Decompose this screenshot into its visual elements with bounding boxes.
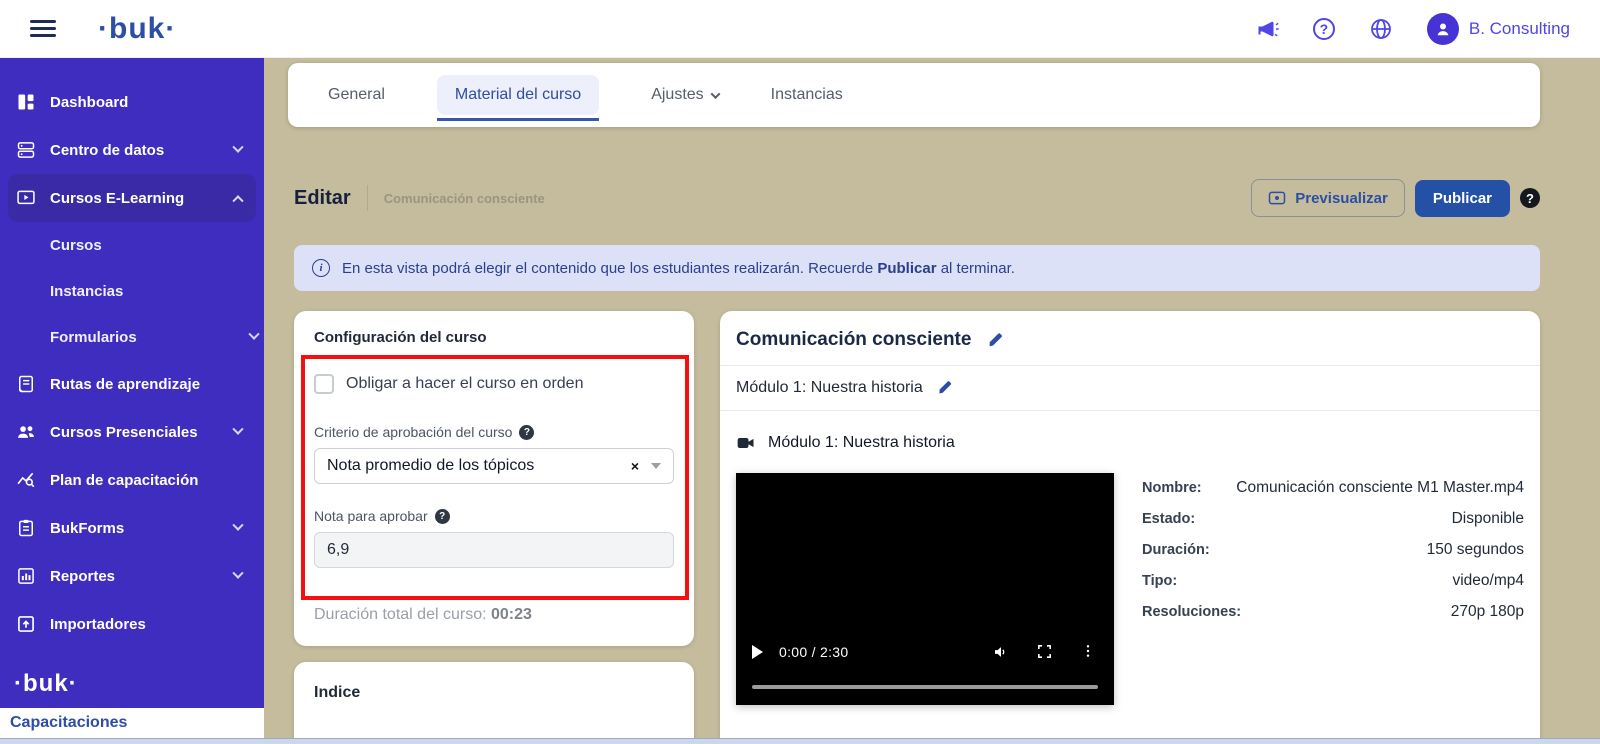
page-title: Editar [294,187,351,210]
globe-icon[interactable] [1369,17,1393,41]
chevron-down-icon [232,424,243,435]
sidebar-item-rutas-de-aprendizaje[interactable]: Rutas de aprendizaje [0,360,264,408]
avatar [1427,13,1459,45]
play-button[interactable] [752,645,763,659]
order-checkbox[interactable] [314,374,334,394]
info-icon: i [312,259,330,277]
sidebar-item-formularios[interactable]: Formularios [0,314,264,360]
chevron-down-icon [232,520,243,531]
sidebar-item-cursos-elearning[interactable]: Cursos E-Learning [8,174,256,222]
course-config-card: Configuración del curso Obligar a hacer … [294,311,694,646]
megaphone-icon[interactable] [1255,17,1279,41]
module-title: Módulo 1: Nuestra historia [736,379,923,397]
sidebar: Dashboard Centro de datos Cursos E-Learn… [0,58,264,738]
tab-ajustes[interactable]: Ajustes [651,86,718,104]
grade-label: Nota para aprobar [314,508,428,524]
clear-selection-icon[interactable]: × [631,458,639,474]
chevron-down-icon [232,568,243,579]
chevron-down-icon [232,142,243,153]
criteria-select[interactable]: Nota promedio de los tópicos × [314,448,674,484]
hamburger-menu-icon[interactable] [30,16,56,41]
config-card-title: Configuración del curso [314,329,674,346]
user-name: B. Consulting [1469,19,1570,39]
more-options-icon[interactable] [1080,643,1098,661]
edit-course-title-icon[interactable] [987,331,1005,349]
help-icon[interactable]: ? [1313,18,1335,40]
top-header: ·buk· ? B. Consulting [0,0,1600,58]
app-name-capacitaciones[interactable]: Capacitaciones [0,708,264,738]
sidebar-item-centro-de-datos[interactable]: Centro de datos [0,126,264,174]
tab-material-del-curso[interactable]: Material del curso [437,75,599,115]
sidebar-item-cursos-presenciales[interactable]: Cursos Presenciales [0,408,264,456]
sidebar-item-dashboard[interactable]: Dashboard [0,78,264,126]
index-card-title: Indice [314,684,674,702]
learning-paths-icon [16,374,36,394]
training-plan-icon [16,470,36,490]
order-checkbox-label: Obligar a hacer el curso en orden [346,375,583,393]
user-menu[interactable]: B. Consulting [1427,13,1570,45]
select-caret-icon [651,463,661,469]
preview-button[interactable]: Previsualizar [1251,179,1405,217]
elearning-icon [16,188,36,208]
users-icon [16,422,36,442]
sidebar-item-reportes[interactable]: Reportes [0,552,264,600]
video-metadata: Nombre: Comunicación consciente M1 Maste… [1142,473,1524,634]
info-alert: i En esta vista podrá elegir el contenid… [294,245,1540,291]
sidebar-item-cursos[interactable]: Cursos [0,222,264,268]
title-divider [367,185,368,211]
dashboard-icon [16,92,36,112]
video-progress-bar[interactable] [752,685,1098,689]
reports-icon [16,566,36,586]
duration-total-value: 00:23 [491,606,532,623]
main-content: General Material del curso Ajustes Insta… [264,58,1600,744]
volume-icon[interactable] [992,643,1010,661]
sidebar-item-instancias[interactable]: Instancias [0,268,264,314]
sidebar-item-bukforms[interactable]: BukForms [0,504,264,552]
topic-title: Módulo 1: Nuestra historia [768,434,955,452]
tab-general[interactable]: General [328,86,385,104]
buk-logo: ·buk· [98,12,176,46]
video-camera-icon [736,433,756,453]
criteria-label: Criterio de aprobación del curso [314,424,512,440]
publish-help-icon[interactable]: ? [1520,188,1540,208]
import-icon [16,614,36,634]
tab-instancias[interactable]: Instancias [771,86,843,104]
clipboard-icon [16,518,36,538]
criteria-help-icon[interactable]: ? [519,425,534,440]
sidebar-buk-logo: ·buk· [0,664,264,708]
chevron-down-icon [248,329,259,340]
video-player[interactable]: 0:00 / 2:30 [736,473,1114,705]
video-time: 0:00 / 2:30 [779,644,848,660]
course-title: Comunicación consciente [736,329,971,351]
index-card: Indice [294,662,694,744]
chevron-down-icon [710,89,720,99]
database-icon [16,140,36,160]
fullscreen-icon[interactable] [1036,643,1054,661]
tab-bar: General Material del curso Ajustes Insta… [288,63,1540,127]
course-content-card: Comunicación consciente Módulo 1: Nuestr… [720,311,1540,744]
preview-eye-icon [1268,189,1286,207]
grade-input[interactable] [314,532,674,568]
sidebar-item-plan-de-capacitacion[interactable]: Plan de capacitación [0,456,264,504]
window-bottom-edge [0,738,1600,744]
breadcrumb: Comunicación consciente [384,191,545,206]
edit-module-title-icon[interactable] [937,379,955,397]
sidebar-item-importadores[interactable]: Importadores [0,600,264,648]
publish-button[interactable]: Publicar [1415,180,1510,217]
chevron-up-icon [232,195,243,206]
grade-help-icon[interactable]: ? [435,509,450,524]
duration-total-label: Duración total del curso: [314,606,487,623]
